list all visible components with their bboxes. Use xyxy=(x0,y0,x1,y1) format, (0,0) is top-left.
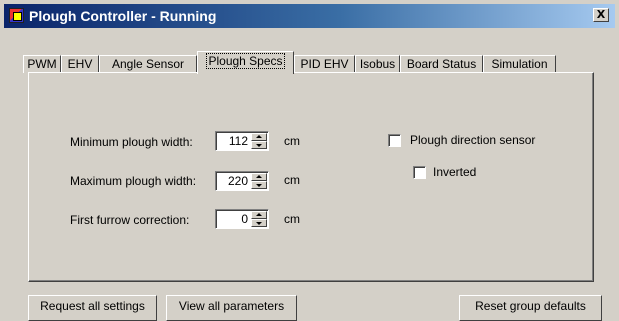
close-icon: X xyxy=(596,8,606,21)
tab-simulation[interactable]: Simulation xyxy=(483,55,556,73)
spin-up-arrow-icon[interactable] xyxy=(251,133,267,141)
app-icon xyxy=(9,8,24,23)
tab-isobus[interactable]: Isobus xyxy=(355,55,400,73)
spin-down-arrow-icon[interactable] xyxy=(251,219,267,227)
spin-up-arrow-icon[interactable] xyxy=(251,173,267,181)
title-bar[interactable]: Plough Controller - Running X xyxy=(4,4,615,28)
max-width-label: Maximum plough width: xyxy=(70,174,197,188)
max-width-spinner[interactable]: 220 xyxy=(215,171,269,191)
spin-up-arrow-icon[interactable] xyxy=(251,211,267,219)
plough-specs-panel: Minimum plough width: 112 cm Maximum plo… xyxy=(28,72,594,282)
furrow-correction-label: First furrow correction: xyxy=(70,213,190,227)
tab-pwm[interactable]: PWM xyxy=(23,55,61,73)
max-width-value[interactable]: 220 xyxy=(228,174,248,188)
furrow-correction-value[interactable]: 0 xyxy=(241,212,248,226)
tab-angle-sensor[interactable]: Angle Sensor xyxy=(99,55,197,73)
min-width-value[interactable]: 112 xyxy=(229,134,248,148)
inverted-checkbox[interactable] xyxy=(413,166,426,179)
tab-pid-ehv[interactable]: PID EHV xyxy=(294,55,355,73)
direction-sensor-checkbox[interactable] xyxy=(388,134,401,147)
direction-sensor-label[interactable]: Plough direction sensor xyxy=(410,133,535,147)
min-width-spinner[interactable]: 112 xyxy=(215,131,269,151)
furrow-correction-unit: cm xyxy=(284,212,300,226)
tab-ehv[interactable]: EHV xyxy=(61,55,99,73)
max-width-unit: cm xyxy=(284,173,300,187)
tab-board-status[interactable]: Board Status xyxy=(400,55,483,73)
min-width-label: Minimum plough width: xyxy=(70,135,193,149)
main-window: Plough Controller - Running X PWM EHV An… xyxy=(0,0,619,321)
inverted-label[interactable]: Inverted xyxy=(433,165,476,179)
furrow-correction-spinner[interactable]: 0 xyxy=(215,209,269,229)
spin-down-arrow-icon[interactable] xyxy=(251,181,267,189)
view-all-parameters-button[interactable]: View all parameters xyxy=(166,295,297,321)
reset-group-defaults-button[interactable]: Reset group defaults xyxy=(459,295,602,321)
close-button[interactable]: X xyxy=(593,8,609,22)
min-width-unit: cm xyxy=(284,134,300,148)
window-title: Plough Controller - Running xyxy=(29,8,217,24)
tab-plough-specs[interactable]: Plough Specs xyxy=(197,51,294,74)
request-all-settings-button[interactable]: Request all settings xyxy=(28,295,157,321)
spin-down-arrow-icon[interactable] xyxy=(251,141,267,149)
